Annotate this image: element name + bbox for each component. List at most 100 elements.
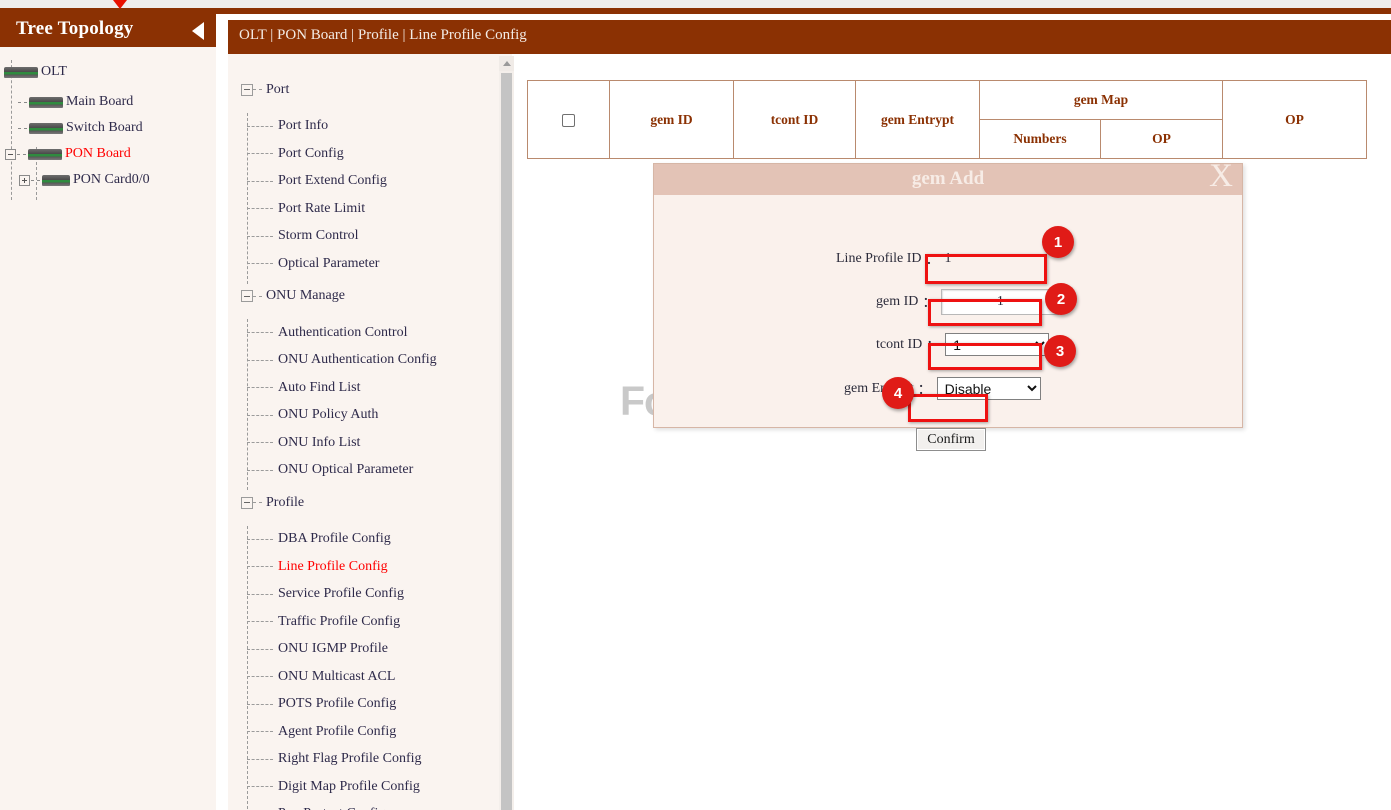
menu-branch-icon: [247, 566, 273, 567]
column-tcont-id: tcont ID: [734, 81, 856, 159]
menu-item-label: Authentication Control: [278, 325, 407, 341]
menu-group-onu-manage[interactable]: ONU Manage: [228, 283, 512, 311]
menu-item-label: ONU Info List: [278, 435, 360, 451]
tree-node-main-board[interactable]: Main Board: [0, 89, 216, 115]
tree-branch-icon: [18, 128, 27, 129]
menu-item-authentication-control[interactable]: Authentication Control: [228, 319, 512, 347]
menu-item-label: Port Extend Config: [278, 173, 387, 189]
menu-item-label: Digit Map Profile Config: [278, 779, 420, 795]
tcont-id-select[interactable]: 1: [945, 333, 1049, 356]
column-gem-map: gem Map: [980, 81, 1223, 120]
device-icon: [29, 97, 63, 108]
collapse-minus-icon[interactable]: [241, 290, 253, 302]
menu-item-optical-parameter[interactable]: Optical Parameter: [228, 250, 512, 278]
menu-branch-icon: [247, 181, 273, 182]
menu-item-line-profile-config[interactable]: Line Profile Config: [228, 553, 512, 581]
tree-node-label: PON Board: [65, 146, 131, 162]
dialog-title: gem Add: [654, 168, 1242, 190]
tree-topology-header: Tree Topology: [0, 14, 216, 47]
menu-item-label: Port Config: [278, 146, 344, 162]
menu-group-port[interactable]: Port: [228, 76, 512, 104]
device-icon: [42, 175, 70, 186]
menu-item-onu-authentication-config[interactable]: ONU Authentication Config: [228, 347, 512, 375]
annotation-badge-1: 1: [1042, 226, 1074, 258]
menu-item-label: Port Info: [278, 118, 328, 134]
app-root: Tree Topology OLT Main Board Switch: [0, 0, 1391, 810]
expand-plus-icon[interactable]: [19, 175, 30, 186]
tree-node-pon-card[interactable]: PON Card0/0: [0, 167, 216, 193]
menu-item-label: Service Profile Config: [278, 586, 404, 602]
menu-item-onu-multicast-acl[interactable]: ONU Multicast ACL: [228, 663, 512, 691]
menu-item-onu-policy-auth[interactable]: ONU Policy Auth: [228, 402, 512, 430]
table-header-row: gem ID tcont ID gem Entrypt gem Map OP: [528, 81, 1367, 120]
label-colon: ：: [926, 249, 940, 269]
menu-item-right-flag-profile-config[interactable]: Right Flag Profile Config: [228, 746, 512, 774]
gem-id-input[interactable]: [941, 289, 1059, 315]
menu-branch-icon: [253, 502, 262, 503]
gem-id-label: gem ID: [876, 294, 918, 310]
menu-item-port-extend-config[interactable]: Port Extend Config: [228, 168, 512, 196]
scroll-up-arrow-icon[interactable]: [499, 56, 514, 71]
collapse-minus-icon[interactable]: [241, 84, 253, 96]
menu-branch-icon: [247, 539, 273, 540]
tree-node-olt[interactable]: OLT: [0, 59, 216, 85]
menu-item-storm-control[interactable]: Storm Control: [228, 223, 512, 251]
menu-item-dba-profile-config[interactable]: DBA Profile Config: [228, 526, 512, 554]
tree-node-label: Main Board: [66, 94, 133, 110]
gem-id-row: gem ID ：: [876, 289, 1059, 315]
menu-group-profile[interactable]: Profile: [228, 489, 512, 517]
menu-item-label: ONU IGMP Profile: [278, 641, 388, 657]
menu-item-port-info[interactable]: Port Info: [228, 113, 512, 141]
menu-group-label: ONU Manage: [266, 288, 345, 304]
menu-item-pon-protect-config[interactable]: Pon Protect Config: [228, 801, 512, 810]
gem-entrypt-select[interactable]: DisableEnable: [937, 377, 1041, 400]
menu-item-traffic-profile-config[interactable]: Traffic Profile Config: [228, 608, 512, 636]
collapse-minus-icon[interactable]: [241, 497, 253, 509]
collapse-minus-icon[interactable]: [5, 149, 16, 160]
tree-node-pon-board[interactable]: PON Board: [0, 141, 216, 167]
menu-item-label: Pon Protect Config: [278, 806, 385, 810]
tcont-id-row: tcont ID ： 1: [876, 333, 1049, 356]
menu-group-label: Profile: [266, 495, 304, 511]
menu-item-port-rate-limit[interactable]: Port Rate Limit: [228, 195, 512, 223]
confirm-button[interactable]: Confirm: [916, 428, 986, 451]
menu-scrollbar[interactable]: [499, 56, 514, 810]
menu-branch-icon: [247, 731, 273, 732]
select-all-cell[interactable]: [528, 81, 610, 159]
gem-add-dialog: gem Add X Line Profile ID ： 1 gem ID ： t…: [653, 163, 1243, 428]
menu-item-label: Optical Parameter: [278, 256, 379, 272]
dialog-body: Line Profile ID ： 1 gem ID ： tcont ID ： …: [654, 195, 1242, 428]
menu-item-onu-igmp-profile[interactable]: ONU IGMP Profile: [228, 636, 512, 664]
menu-item-onu-optical-parameter[interactable]: ONU Optical Parameter: [228, 457, 512, 485]
menu-item-onu-info-list[interactable]: ONU Info List: [228, 429, 512, 457]
menu-branch-icon: [247, 360, 273, 361]
menu-item-auto-find-list[interactable]: Auto Find List: [228, 374, 512, 402]
menu-item-pots-profile-config[interactable]: POTS Profile Config: [228, 691, 512, 719]
device-icon: [4, 67, 38, 78]
menu-item-label: Storm Control: [278, 228, 359, 244]
column-gem-entrypt: gem Entrypt: [856, 81, 980, 159]
line-profile-id-label: Line Profile ID: [836, 251, 922, 267]
scroll-position-marker-icon: [113, 0, 127, 9]
menu-branch-icon: [247, 415, 273, 416]
menu-group-label: Port: [266, 82, 289, 98]
menu-item-digit-map-profile-config[interactable]: Digit Map Profile Config: [228, 773, 512, 801]
select-all-checkbox[interactable]: [562, 114, 575, 127]
scrollbar-thumb[interactable]: [501, 73, 512, 810]
tree-node-switch-board[interactable]: Switch Board: [0, 115, 216, 141]
label-colon: ：: [926, 335, 940, 355]
top-strip-background: [0, 0, 1391, 8]
menu-item-label: ONU Policy Auth: [278, 407, 378, 423]
left-triangle-icon[interactable]: [192, 22, 204, 40]
annotation-badge-3: 3: [1044, 335, 1076, 367]
menu-branch-icon: [247, 387, 273, 388]
menu-item-port-config[interactable]: Port Config: [228, 140, 512, 168]
menu-item-label: ONU Authentication Config: [278, 352, 437, 368]
menu-item-service-profile-config[interactable]: Service Profile Config: [228, 581, 512, 609]
menu-group-items: Port Info Port Config Port Extend Config Po…: [228, 113, 512, 278]
menu-item-agent-profile-config[interactable]: Agent Profile Config: [228, 718, 512, 746]
menu-group-items: Authentication Control ONU Authentication…: [228, 319, 512, 484]
menu-branch-icon: [247, 153, 273, 154]
close-icon[interactable]: X: [1209, 160, 1233, 193]
tree-topology-title: Tree Topology: [16, 18, 134, 40]
